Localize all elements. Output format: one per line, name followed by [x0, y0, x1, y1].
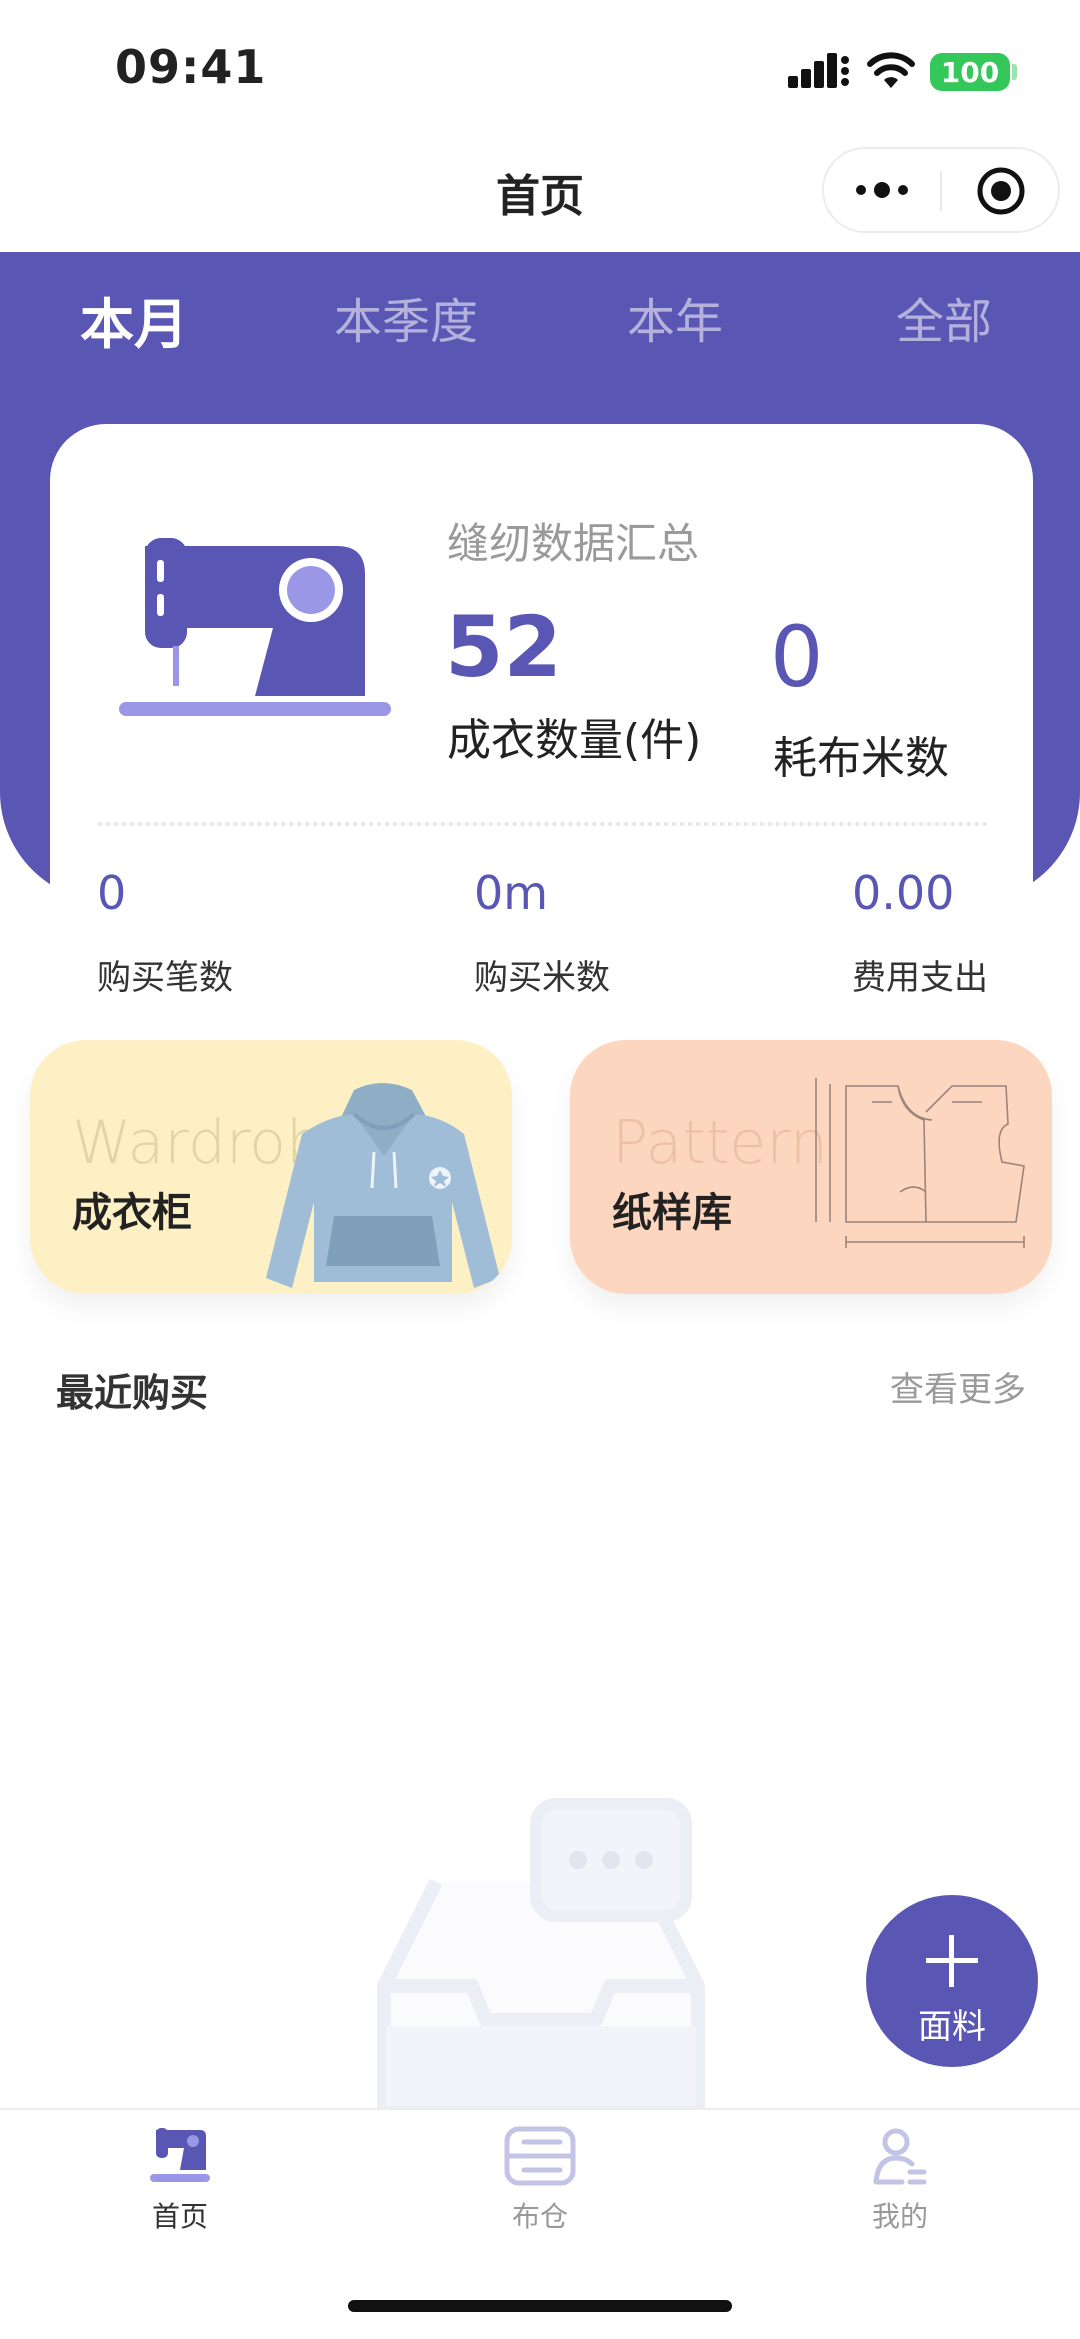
view-more-link[interactable]: 查看更多	[890, 1362, 1026, 1411]
purchase-meters-value: 0m	[474, 866, 549, 920]
more-options-icon[interactable]	[855, 178, 909, 202]
purchase-count-value: 0	[97, 866, 127, 920]
pattern-card[interactable]: Pattern 纸样库	[570, 1040, 1052, 1294]
battery-indicator: 100	[930, 53, 1010, 91]
close-miniprogram-icon[interactable]	[976, 166, 1026, 216]
home-indicator	[348, 2300, 732, 2312]
purchase-count-label: 购买笔数	[97, 958, 233, 998]
recent-purchases-title: 最近购买	[56, 1371, 209, 1415]
plus-icon	[926, 1935, 978, 1987]
fabric-stack-icon	[504, 2126, 576, 2186]
tab-this-month[interactable]: 本月	[80, 280, 188, 359]
wardrobe-card[interactable]: Wardrobe 成衣柜	[30, 1040, 512, 1294]
sewing-machine-icon	[150, 2128, 210, 2182]
battery-tip	[1012, 64, 1017, 80]
sewing-machine-icon	[119, 538, 391, 716]
cellular-signal-icon	[788, 53, 849, 88]
fabric-meters-label: 耗布米数	[773, 733, 949, 784]
pattern-label: 纸样库	[612, 1190, 732, 1236]
expense-value: 0.00	[852, 866, 955, 920]
garment-count-label: 成衣数量(件)	[447, 715, 702, 766]
garment-count-value: 52	[445, 598, 562, 696]
card-divider	[98, 822, 988, 826]
expense-label: 费用支出	[852, 958, 988, 998]
status-time: 09:41	[115, 40, 267, 94]
tab-this-quarter[interactable]: 本季度	[334, 282, 478, 352]
sewing-pattern-drawing-icon	[815, 1078, 1025, 1248]
tabbar-label-home: 首页	[151, 2200, 208, 2233]
capsule-divider	[940, 171, 942, 211]
fabric-meters-value: 0	[770, 608, 824, 706]
empty-inbox-icon	[377, 1798, 705, 2110]
hoodie-icon	[266, 1083, 500, 1288]
wardrobe-label: 成衣柜	[72, 1190, 192, 1236]
add-fabric-button[interactable]: 面料	[866, 1895, 1038, 2067]
tabbar-label-profile: 我的	[871, 2200, 928, 2233]
purchase-meters-label: 购买米数	[474, 958, 610, 998]
pattern-english-label: Pattern	[612, 1108, 828, 1178]
add-fabric-label: 面料	[918, 2007, 986, 2047]
summary-title: 缝纫数据汇总	[447, 519, 700, 568]
tabbar-label-fabric: 布仓	[511, 2200, 568, 2233]
tab-all[interactable]: 全部	[896, 282, 992, 352]
tab-this-year[interactable]: 本年	[627, 282, 723, 352]
user-icon	[873, 2128, 927, 2185]
wifi-icon	[867, 52, 915, 88]
